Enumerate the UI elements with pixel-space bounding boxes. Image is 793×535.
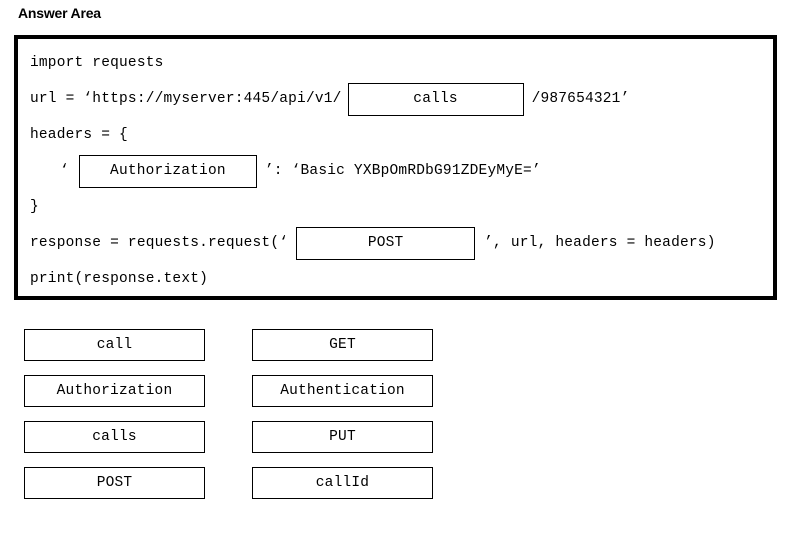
drop-target-http-method[interactable]: POST	[296, 226, 476, 260]
code-text-url-prefix: url = ‘https://myserver:445/api/v1/	[30, 91, 342, 107]
option-tile[interactable]: PUT	[252, 421, 433, 453]
code-line-headers-close: }	[30, 189, 771, 225]
option-column-left: call Authorization calls POST	[24, 329, 205, 513]
option-tile[interactable]: Authentication	[252, 375, 433, 407]
drop-target-header-name[interactable]: Authorization	[78, 154, 257, 188]
code-text-header-value: ’: ‘Basic YXBpOmRDbG91ZDEyMyE=’	[264, 163, 541, 179]
drop-target-url-segment[interactable]: calls	[347, 82, 524, 116]
option-tile[interactable]: GET	[252, 329, 433, 361]
code-block: import requests url = ‘https://myserver:…	[30, 45, 771, 296]
code-text-header-quote-open: ‘	[60, 163, 69, 179]
option-tile[interactable]: calls	[24, 421, 205, 453]
code-text-import: import requests	[30, 55, 164, 71]
code-line-headers-open: headers = {	[30, 117, 771, 153]
code-text-url-suffix: /987654321’	[531, 91, 630, 107]
page-title: Answer Area	[18, 5, 101, 21]
answer-area-code-panel: import requests url = ‘https://myserver:…	[14, 35, 777, 300]
code-line-header-entry: ‘ Authorization ’: ‘Basic YXBpOmRDbG91ZD…	[30, 153, 771, 189]
option-tile[interactable]: callId	[252, 467, 433, 499]
option-column-right: GET Authentication PUT callId	[252, 329, 433, 513]
code-line-response: response = requests.request(‘ POST ’, ur…	[30, 225, 771, 261]
code-text-response-prefix: response = requests.request(‘	[30, 235, 289, 251]
code-text-headers-open: headers = {	[30, 127, 128, 143]
option-tile[interactable]: POST	[24, 467, 205, 499]
option-tile[interactable]: Authorization	[24, 375, 205, 407]
code-line-import: import requests	[30, 45, 771, 81]
option-tile[interactable]: call	[24, 329, 205, 361]
code-text-print: print(response.text)	[30, 271, 209, 287]
code-text-response-suffix: ’, url, headers = headers)	[484, 235, 716, 251]
code-text-headers-close: }	[30, 199, 39, 215]
code-line-print: print(response.text)	[30, 261, 771, 297]
code-line-url: url = ‘https://myserver:445/api/v1/ call…	[30, 81, 771, 117]
